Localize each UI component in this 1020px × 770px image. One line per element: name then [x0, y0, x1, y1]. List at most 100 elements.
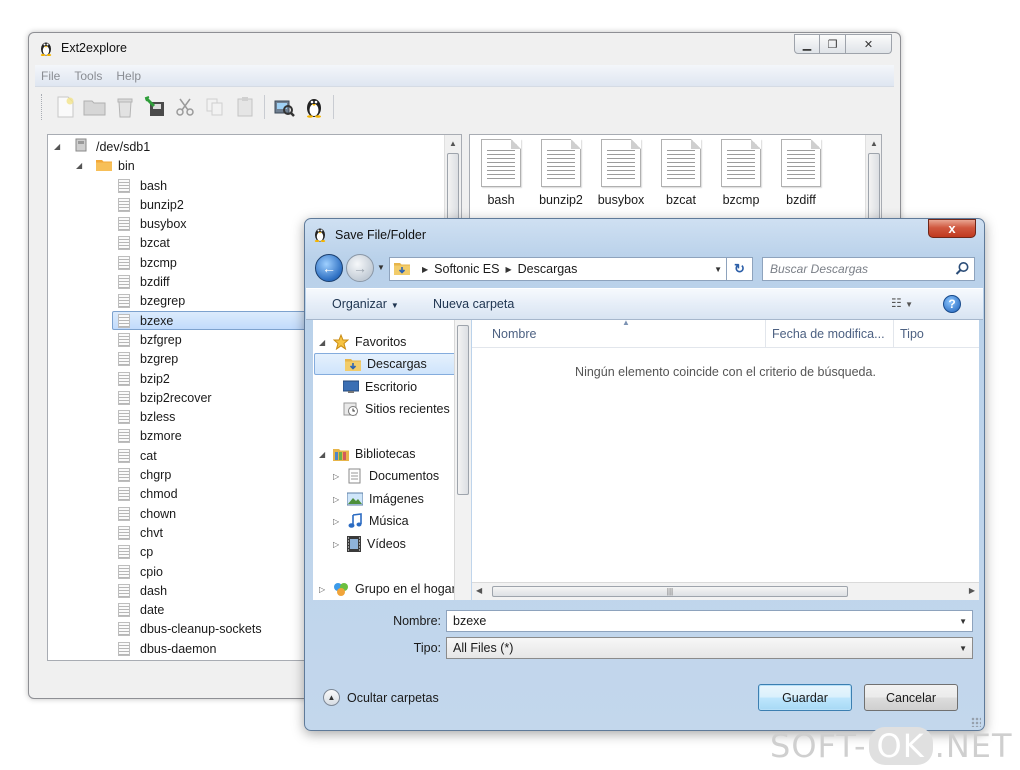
tree-file-row[interactable]: dash: [118, 581, 167, 600]
search-box[interactable]: Buscar Descargas: [762, 257, 975, 281]
scrollbar-thumb[interactable]: |||: [492, 586, 848, 597]
file-icon-item[interactable]: busybox: [594, 139, 648, 207]
tree-file-row[interactable]: busybox: [118, 215, 187, 234]
resize-grip[interactable]: [971, 717, 981, 727]
scroll-up-icon[interactable]: ▲: [445, 135, 461, 151]
column-divider[interactable]: [765, 320, 766, 348]
tree-file-row[interactable]: bash: [118, 176, 167, 195]
tree-file-row[interactable]: bzegrep: [118, 292, 185, 311]
maximize-button[interactable]: ❐: [820, 34, 846, 54]
expand-triangle-icon[interactable]: ▷: [333, 540, 343, 549]
column-header-tipo[interactable]: Tipo: [900, 327, 924, 341]
address-bar[interactable]: ▶ Softonic ES ▶ Descargas ▼: [389, 257, 727, 281]
tree-file-row[interactable]: bzmore: [118, 427, 182, 446]
tree-file-row[interactable]: date: [118, 601, 164, 620]
expand-triangle-icon[interactable]: ◢: [319, 338, 329, 347]
organize-button[interactable]: Organizar ▼: [332, 297, 399, 311]
dialog-close-button[interactable]: x: [928, 219, 976, 238]
file-icon-item[interactable]: bzcmp: [714, 139, 768, 207]
nav-item-videos[interactable]: ▷ Vídeos: [333, 533, 406, 555]
file-icon-item[interactable]: bunzip2: [534, 139, 588, 207]
tree-file-row[interactable]: dbus-cleanup-sockets: [118, 620, 262, 639]
view-options-button[interactable]: ☷ ▼: [891, 296, 913, 310]
recent-pages-dropdown-icon[interactable]: ▼: [377, 263, 385, 272]
save-button[interactable]: Guardar: [758, 684, 852, 711]
column-header-fecha[interactable]: Fecha de modifica...: [772, 327, 885, 341]
close-button[interactable]: ✕: [846, 34, 892, 54]
hide-folders-toggle[interactable]: ▲ Ocultar carpetas: [323, 689, 439, 706]
expand-triangle-icon[interactable]: ▷: [319, 585, 329, 594]
tree-folder-row[interactable]: ◢ bin: [76, 156, 135, 175]
expand-triangle-icon[interactable]: ◢: [54, 142, 64, 151]
nav-item-musica[interactable]: ▷ Música: [333, 510, 409, 532]
breadcrumb-softonic-es[interactable]: Softonic ES: [434, 262, 499, 276]
tree-root-row[interactable]: ◢ /dev/sdb1: [54, 137, 150, 156]
search-icon[interactable]: [955, 261, 970, 279]
nav-item-sitios-recientes[interactable]: Sitios recientes: [343, 398, 450, 420]
navigation-pane[interactable]: ◢ Favoritos Descargas Escritorio Sitios …: [313, 320, 462, 600]
tree-file-row[interactable]: bzcat: [118, 234, 170, 253]
file-icon-item[interactable]: bzcat: [654, 139, 708, 207]
tree-file-row[interactable]: cp: [118, 543, 153, 562]
nav-item-imagenes[interactable]: ▷ Imágenes: [333, 488, 424, 510]
tree-file-row[interactable]: bzdiff: [118, 273, 170, 292]
breadcrumb-descargas[interactable]: Descargas: [518, 262, 578, 276]
tree-file-row[interactable]: cpio: [118, 562, 163, 581]
cancel-button[interactable]: Cancelar: [864, 684, 958, 711]
nav-item-documentos[interactable]: ▷ Documentos: [333, 465, 439, 487]
tree-file-row[interactable]: dbus-daemon: [118, 639, 216, 658]
scroll-up-icon[interactable]: ▲: [866, 135, 881, 151]
tree-file-row[interactable]: chgrp: [118, 466, 171, 485]
minimize-button[interactable]: ▁: [794, 34, 820, 54]
open-folder-icon[interactable]: [80, 92, 110, 122]
tree-file-row[interactable]: bunzip2: [118, 195, 184, 214]
expand-triangle-icon[interactable]: ◢: [319, 450, 329, 459]
toolbar-grip[interactable]: [41, 94, 44, 120]
scroll-left-icon[interactable]: ◀: [476, 586, 482, 595]
forward-button[interactable]: →: [346, 254, 374, 282]
nav-bibliotecas[interactable]: ◢ Bibliotecas: [319, 443, 415, 465]
help-icon[interactable]: ?: [943, 295, 961, 313]
tree-file-row[interactable]: cat: [118, 446, 157, 465]
nav-item-descargas[interactable]: Descargas: [314, 353, 458, 375]
tree-file-row[interactable]: bzfgrep: [118, 330, 182, 349]
tree-file-row[interactable]: bzip2: [118, 369, 170, 388]
refresh-button[interactable]: ↻: [727, 257, 753, 281]
save-icon[interactable]: [140, 92, 170, 122]
breadcrumb-chevron-icon[interactable]: ▶: [422, 265, 428, 274]
back-button[interactable]: ←: [315, 254, 343, 282]
tree-file-row[interactable]: chvt: [118, 523, 163, 542]
nav-favorites[interactable]: ◢ Favoritos: [319, 331, 406, 353]
column-header-nombre[interactable]: Nombre: [492, 327, 536, 341]
chevron-down-icon[interactable]: ▼: [959, 617, 967, 626]
tree-file-row[interactable]: chmod: [118, 485, 178, 504]
expand-triangle-icon[interactable]: ▷: [333, 472, 343, 481]
menu-help[interactable]: Help: [116, 69, 141, 83]
scrollbar-thumb[interactable]: [457, 325, 469, 495]
disk-search-icon[interactable]: [269, 92, 299, 122]
nav-grupo-hogar[interactable]: ▷ Grupo en el hogar: [319, 578, 456, 600]
menu-tools[interactable]: Tools: [74, 69, 102, 83]
menu-file[interactable]: File: [41, 69, 60, 83]
copy-icon[interactable]: [200, 92, 230, 122]
file-icon-item[interactable]: bash: [474, 139, 528, 207]
scroll-right-icon[interactable]: ▶: [969, 586, 975, 595]
tree-file-row[interactable]: bzcmp: [118, 253, 177, 272]
paste-icon[interactable]: [230, 92, 260, 122]
filename-input[interactable]: bzexe ▼: [446, 610, 973, 632]
cut-icon[interactable]: [170, 92, 200, 122]
nav-item-escritorio[interactable]: Escritorio: [343, 376, 417, 398]
tree-file-row[interactable]: bzgrep: [118, 350, 178, 369]
expand-triangle-icon[interactable]: ◢: [76, 161, 86, 170]
expand-triangle-icon[interactable]: ▷: [333, 517, 343, 526]
tree-file-row[interactable]: bzless: [118, 408, 175, 427]
horizontal-scrollbar[interactable]: ◀ ||| ▶: [472, 582, 979, 600]
column-divider[interactable]: [893, 320, 894, 348]
trash-icon[interactable]: [110, 92, 140, 122]
breadcrumb-chevron-icon[interactable]: ▶: [505, 265, 511, 274]
file-list-pane[interactable]: Nombre ▲ Fecha de modifica... Tipo Ningú…: [472, 318, 979, 600]
new-file-icon[interactable]: [50, 92, 80, 122]
file-type-select[interactable]: All Files (*) ▼: [446, 637, 973, 659]
scrollbar-thumb[interactable]: [447, 153, 459, 223]
file-icon-item[interactable]: bzdiff: [774, 139, 828, 207]
